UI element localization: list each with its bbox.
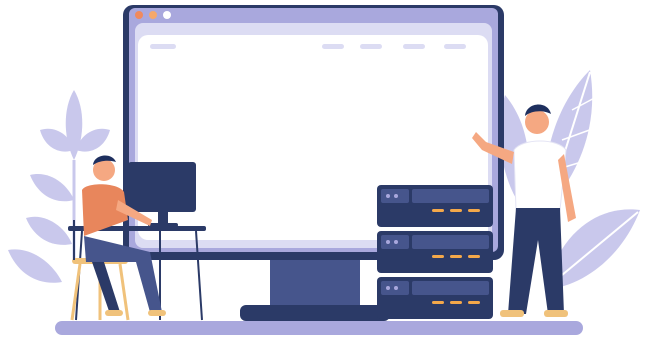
scene-illustration bbox=[0, 0, 654, 342]
ground-bar bbox=[55, 321, 583, 335]
window-dot-orange bbox=[149, 11, 157, 19]
server-rack-icon bbox=[377, 185, 493, 319]
illustration-svg bbox=[8, 5, 640, 335]
window-dot-white bbox=[163, 11, 171, 19]
window-dot-red bbox=[135, 11, 143, 19]
